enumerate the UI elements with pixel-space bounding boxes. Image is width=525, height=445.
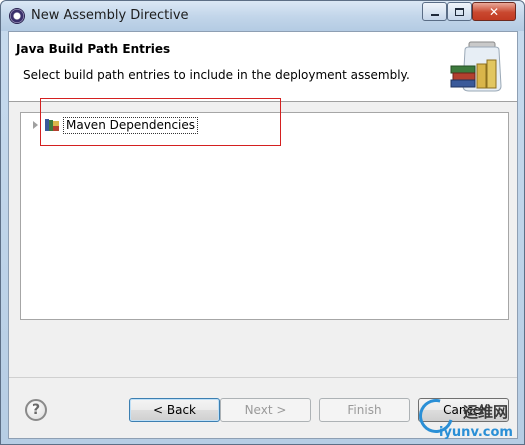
minimize-icon	[430, 13, 439, 16]
wizard-header: Java Build Path Entries Select build pat…	[9, 32, 517, 102]
watermark-text: 运维网	[463, 403, 509, 421]
expand-arrow-icon[interactable]	[33, 121, 38, 129]
jar-library-icon	[450, 41, 502, 92]
eclipse-icon	[9, 8, 25, 24]
minimize-button[interactable]	[422, 2, 447, 21]
title-bar[interactable]: New Assembly Directive ✕	[1, 1, 524, 31]
watermark-url: iyunv.com	[439, 425, 513, 440]
dialog-window: New Assembly Directive ✕ Java Build Path…	[0, 0, 525, 445]
dialog-client: Java Build Path Entries Select build pat…	[8, 31, 518, 439]
back-button[interactable]: < Back	[129, 398, 220, 422]
window-title: New Assembly Directive	[31, 8, 189, 23]
close-icon: ✕	[488, 4, 500, 19]
maximize-icon	[455, 7, 464, 16]
watermark: 运维网 iyunv.com	[412, 392, 514, 443]
maximize-button[interactable]	[447, 2, 472, 21]
close-button[interactable]: ✕	[472, 2, 516, 21]
footer-divider	[9, 377, 517, 378]
help-button[interactable]: ?	[25, 399, 47, 421]
page-title: Java Build Path Entries	[16, 42, 171, 56]
finish-button[interactable]: Finish	[319, 398, 410, 422]
highlight-annotation	[40, 98, 281, 146]
next-button[interactable]: Next >	[220, 398, 311, 422]
page-description: Select build path entries to include in …	[23, 68, 410, 82]
